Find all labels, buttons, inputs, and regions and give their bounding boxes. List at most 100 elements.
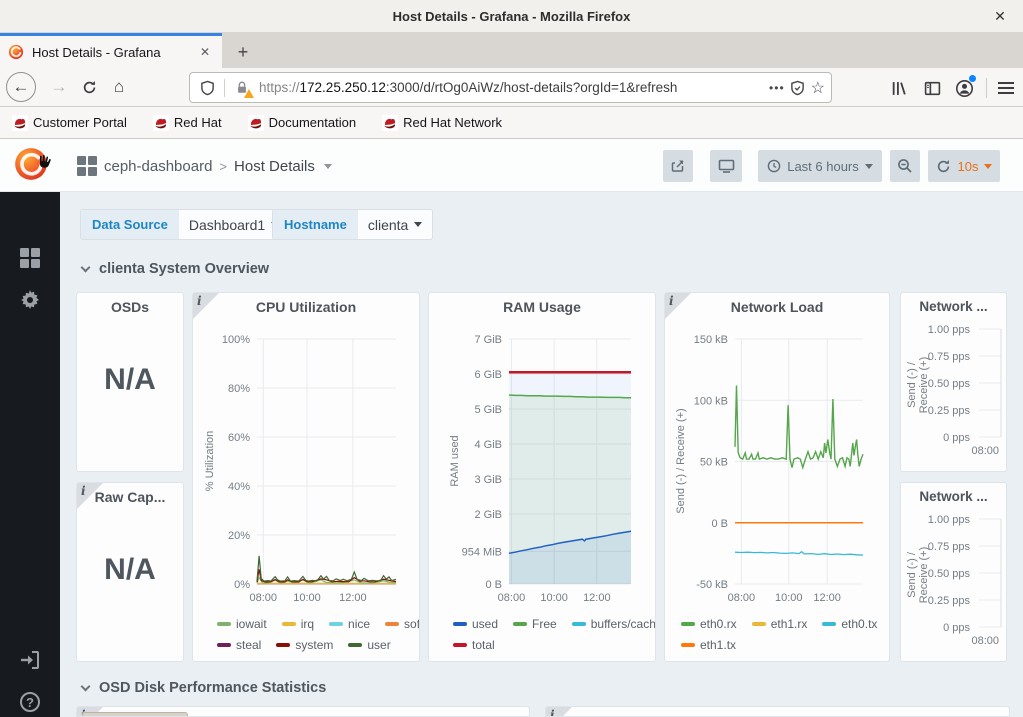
- breadcrumb-folder[interactable]: ceph-dashboard: [104, 158, 212, 175]
- sidebar-item-configuration[interactable]: [20, 290, 40, 310]
- breadcrumb-grid-icon[interactable]: [77, 156, 97, 176]
- zoom-out-button[interactable]: [890, 150, 920, 182]
- legend-item[interactable]: used: [453, 617, 498, 631]
- breadcrumb-dashboard-title[interactable]: Host Details: [234, 158, 315, 175]
- tracking-protection-shield-icon[interactable]: [196, 77, 218, 99]
- legend-item[interactable]: eth0.rx: [681, 617, 737, 631]
- sidebar-toggle-icon[interactable]: [918, 74, 946, 102]
- bookmark-label: Red Hat Network: [403, 115, 503, 130]
- panel-title[interactable]: Raw Cap...: [77, 489, 183, 505]
- tab-host-details[interactable]: Host Details - Grafana ✕: [0, 36, 222, 68]
- panel-menu-stub[interactable]: [82, 712, 188, 716]
- panel-title[interactable]: Network ...: [901, 489, 1006, 504]
- legend-item[interactable]: iowait: [217, 617, 267, 631]
- panel-cpu-utilization[interactable]: i CPU Utilization % Utilization 08:00 10:…: [192, 292, 420, 662]
- clock-icon: [767, 159, 781, 173]
- account-icon[interactable]: [950, 74, 978, 102]
- cpu-chart[interactable]: 08:00 10:00 12:00 100% 80% 60% 40% 20% 0%: [193, 321, 419, 618]
- bookmark-red-hat[interactable]: Red Hat: [152, 114, 222, 131]
- url-text[interactable]: https://172.25.250.12:3000/d/rtOg0AiWz/h…: [259, 80, 767, 95]
- grafana-favicon: [8, 44, 24, 60]
- new-tab-button[interactable]: +: [228, 36, 258, 68]
- sidebar-item-sign-in[interactable]: [20, 650, 40, 670]
- section-chevron-icon: [80, 262, 91, 272]
- variable-hostname[interactable]: Hostname clienta: [272, 209, 434, 240]
- home-button[interactable]: ⌂: [104, 72, 134, 102]
- variable-value-dropdown[interactable]: clienta: [358, 210, 432, 239]
- legend-item[interactable]: steal: [217, 638, 261, 652]
- panel-osds[interactable]: OSDs N/A: [76, 292, 184, 472]
- legend-item[interactable]: Free: [513, 617, 557, 631]
- reload-button[interactable]: [74, 72, 104, 102]
- legend-swatch: [571, 621, 586, 626]
- breadcrumb-caret-icon[interactable]: [323, 164, 332, 169]
- library-icon[interactable]: [885, 74, 913, 102]
- legend-item[interactable]: eth0.tx: [822, 617, 877, 631]
- refresh-interval-label[interactable]: 10s: [958, 159, 979, 174]
- legend-label: user: [367, 637, 391, 652]
- legend-item[interactable]: nice: [329, 617, 370, 631]
- legend-item[interactable]: total: [453, 638, 495, 652]
- legend-item[interactable]: eth1.tx: [681, 638, 736, 652]
- legend-item[interactable]: softirq: [385, 617, 419, 631]
- bookmark-documentation[interactable]: Documentation: [247, 114, 357, 131]
- bookmark-red-hat-network[interactable]: Red Hat Network: [382, 114, 503, 131]
- url-path: :3000/d/rtOg0AiWz/host-details?orgId=1&r…: [385, 80, 678, 95]
- svg-text:0.50 pps: 0.50 pps: [928, 568, 971, 580]
- page-actions-overflow-icon[interactable]: •••: [769, 81, 785, 95]
- bookmark-customer-portal[interactable]: Customer Portal: [12, 114, 127, 131]
- pps-chart[interactable]: 08:00 1.00 pps 0.75 pps 0.50 pps 0.25 pps 0 p…: [901, 317, 1006, 471]
- back-button[interactable]: ←: [6, 72, 36, 102]
- redhat-icon: [247, 114, 264, 131]
- sidebar-item-help[interactable]: ?: [20, 692, 40, 712]
- cycle-view-button[interactable]: [710, 150, 742, 182]
- svg-text:08:00: 08:00: [971, 445, 999, 457]
- variable-value: clienta: [367, 216, 409, 233]
- legend-item[interactable]: irq: [281, 617, 314, 631]
- panel-raw-capacity[interactable]: i Raw Cap... N/A: [76, 482, 184, 662]
- refresh-button[interactable]: 10s: [928, 150, 1000, 182]
- panel-ram-usage[interactable]: RAM Usage RAM used 08:00 10:00 12:00 7 GiB 6…: [428, 292, 656, 662]
- svg-text:12:00: 12:00: [339, 592, 367, 604]
- menu-hamburger-icon[interactable]: [992, 74, 1020, 102]
- legend-item[interactable]: buffers/cache: [571, 617, 655, 631]
- bookmark-label: Documentation: [268, 115, 357, 130]
- panel-title[interactable]: CPU Utilization: [193, 299, 419, 315]
- legend-label: system: [295, 637, 334, 652]
- legend-item[interactable]: user: [348, 637, 391, 652]
- time-range-picker[interactable]: Last 6 hours: [758, 150, 882, 182]
- network-chart[interactable]: 08:00 10:00 12:00 150 kB 100 kB 50 kB 0 B -50 k…: [665, 321, 889, 618]
- legend-swatch: [513, 621, 528, 626]
- panel-title[interactable]: Network ...: [901, 299, 1006, 314]
- svg-text:08:00: 08:00: [728, 592, 756, 604]
- tab-close-icon[interactable]: ✕: [196, 43, 214, 61]
- panel-title[interactable]: RAM Usage: [429, 299, 655, 315]
- forward-button[interactable]: →: [44, 72, 74, 102]
- svg-text:150 kB: 150 kB: [694, 334, 728, 346]
- variable-datasource[interactable]: Data Source Dashboard1: [80, 209, 291, 240]
- window-close-button[interactable]: ✕: [985, 0, 1015, 33]
- panel-network-pps-bottom[interactable]: Network ... Send (-) / Receive (+) 08:00…: [900, 482, 1007, 662]
- permissions-shield-icon[interactable]: [787, 77, 809, 99]
- url-bar[interactable]: https://172.25.250.12:3000/d/rtOg0AiWz/h…: [189, 72, 832, 103]
- panel-title[interactable]: OSDs: [77, 299, 183, 315]
- share-button[interactable]: [663, 150, 693, 182]
- legend-item[interactable]: system: [276, 638, 333, 652]
- insecure-lock-icon[interactable]: [231, 77, 254, 99]
- section-header-system-overview[interactable]: clienta System Overview: [80, 261, 269, 277]
- section-header-osd-disk-performance[interactable]: OSD Disk Performance Statistics: [80, 680, 326, 696]
- legend-label: iowait: [236, 616, 267, 631]
- refresh-caret-icon[interactable]: [984, 163, 993, 169]
- pps-chart[interactable]: 08:00 1.00 pps 0.75 pps 0.50 pps 0.25 pps 0 p…: [901, 507, 1006, 661]
- panel-network-load[interactable]: i Network Load Send (-) / Receive (+) 08…: [664, 292, 890, 662]
- svg-text:2 GiB: 2 GiB: [474, 509, 502, 521]
- ram-chart[interactable]: 08:00 10:00 12:00 7 GiB 6 GiB 5 GiB 4 GiB 3 GiB…: [429, 321, 655, 618]
- panel-network-pps-top[interactable]: Network ... Send (-) / Receive (+) 08:00…: [900, 292, 1007, 472]
- panel-partial-left[interactable]: i: [76, 706, 530, 717]
- panel-partial-right[interactable]: i: [545, 706, 1010, 717]
- sidebar-item-dashboards[interactable]: [20, 248, 40, 268]
- bookmark-star-icon[interactable]: ☆: [811, 78, 825, 98]
- window-titlebar[interactable]: Host Details - Grafana - Mozilla Firefox…: [0, 0, 1023, 33]
- panel-title[interactable]: Network Load: [665, 299, 889, 315]
- legend-item[interactable]: eth1.rx: [751, 617, 807, 631]
